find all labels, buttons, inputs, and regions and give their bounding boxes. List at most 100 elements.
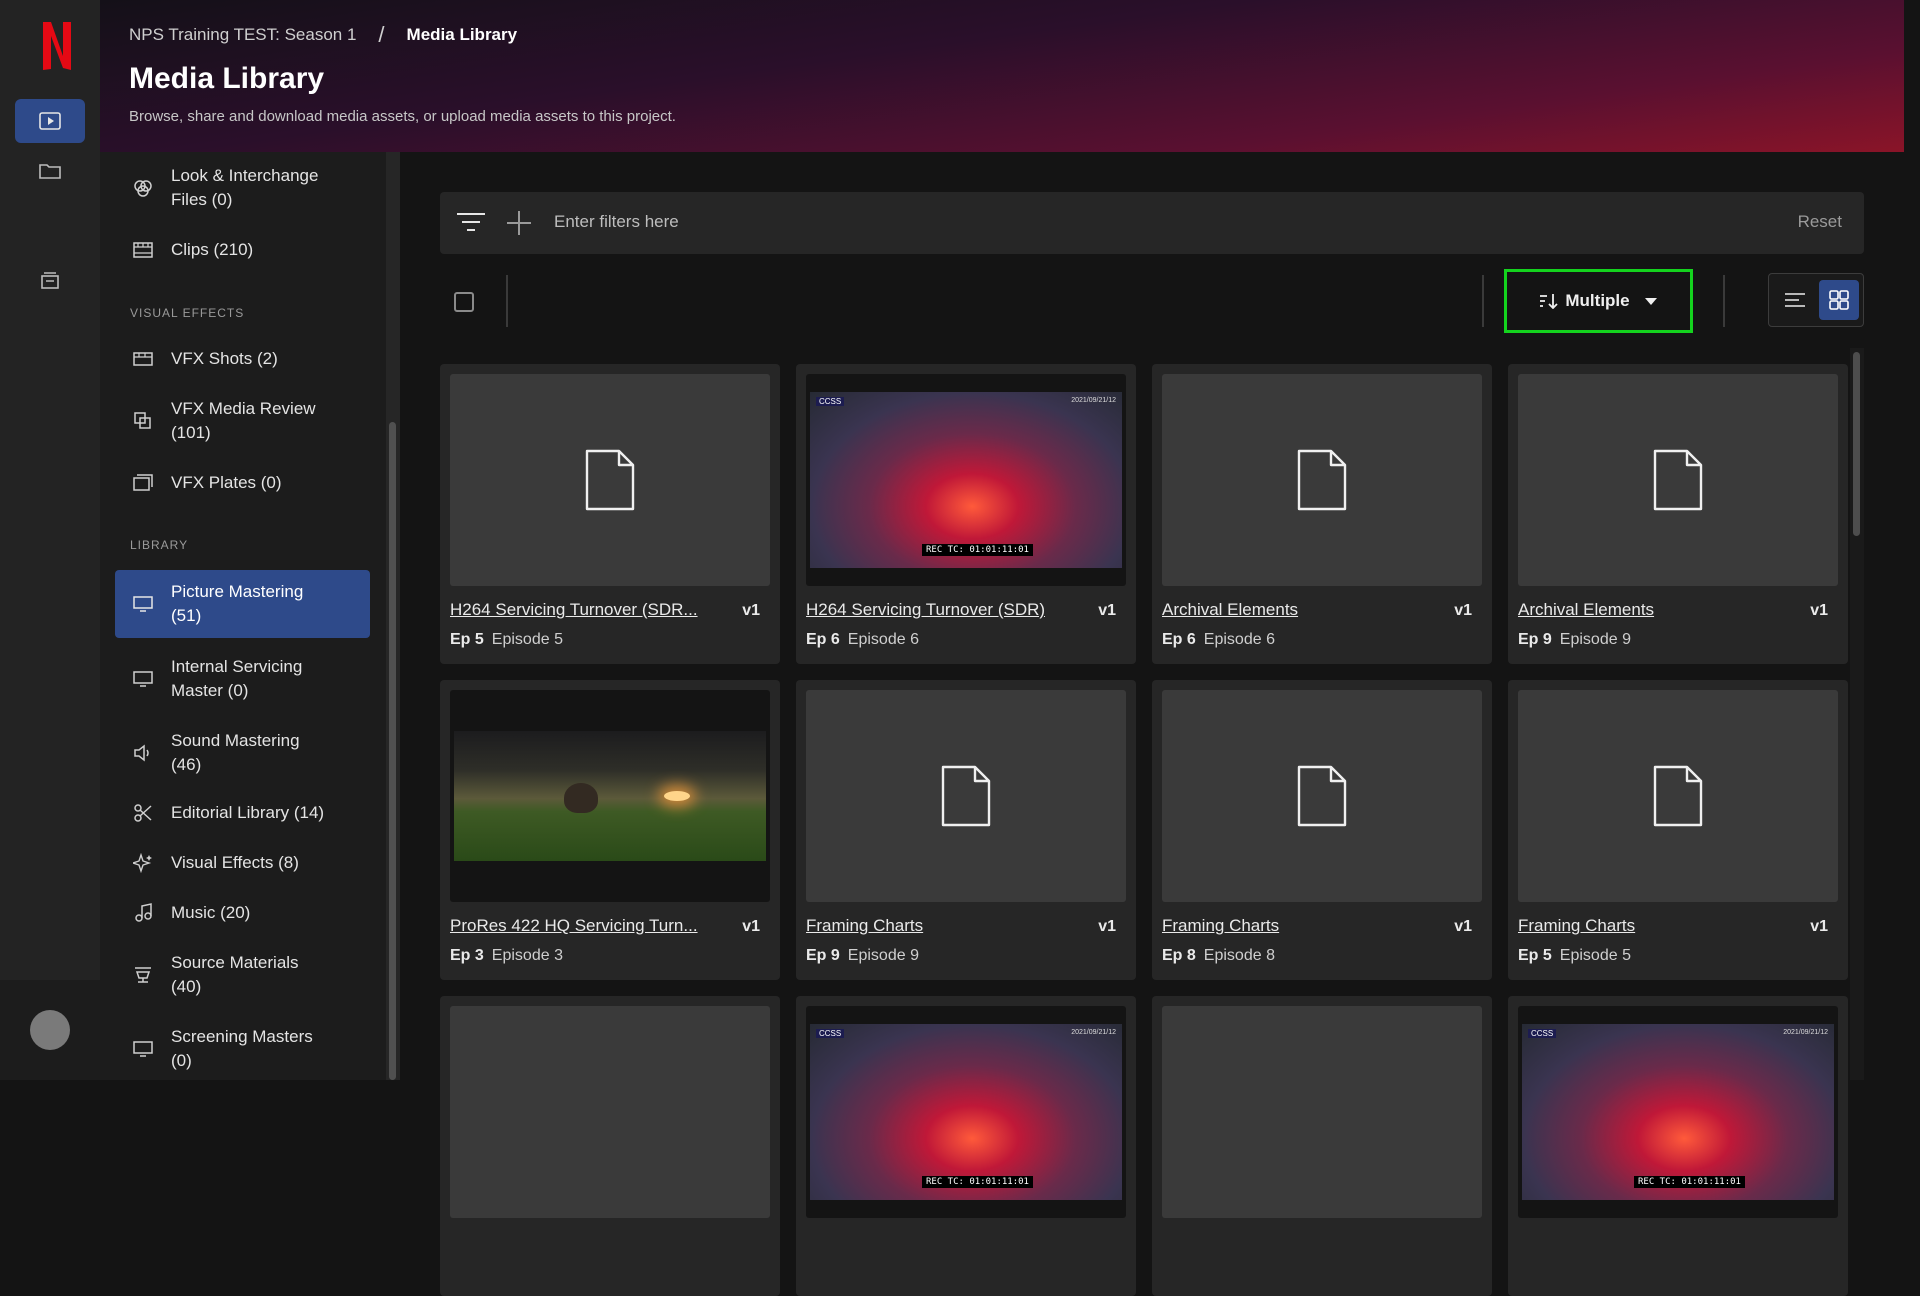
vfx-plates-icon — [133, 474, 153, 491]
card-title[interactable]: Framing Charts — [1162, 916, 1432, 936]
media-card[interactable]: Archival Elements v1 Ep 9 Episode 9 — [1508, 364, 1848, 664]
card-version: v1 — [1454, 602, 1472, 619]
breadcrumb-project[interactable]: NPS Training TEST: Season 1 — [129, 25, 356, 45]
card-title[interactable]: H264 Servicing Turnover (SDR) — [806, 600, 1076, 620]
card-thumbnail[interactable] — [1518, 690, 1838, 902]
card-thumbnail[interactable] — [1162, 690, 1482, 902]
media-nav-button[interactable] — [15, 99, 85, 143]
sort-dropdown[interactable]: Multiple — [1504, 269, 1693, 333]
avatar[interactable] — [30, 1010, 70, 1050]
sidebar-item-clips[interactable]: Clips (210) — [115, 238, 370, 262]
card-episode-name: Episode 5 — [491, 631, 563, 648]
media-card[interactable]: Framing Charts v1 Ep 8 Episode 8 — [1152, 680, 1492, 980]
sidebar-item-editorial-library[interactable]: Editorial Library (14) — [115, 801, 370, 825]
sidebar-item-screening-masters[interactable]: Screening Masters (0) — [115, 1025, 370, 1073]
list-icon — [1785, 293, 1805, 307]
sidebar-item-label: Picture Mastering (51) — [171, 582, 304, 625]
card-episode — [450, 1263, 458, 1281]
folder-icon — [39, 164, 61, 179]
toolbar-divider — [1723, 275, 1725, 327]
sidebar-item-look-interchange[interactable]: Look & Interchange Files (0) — [115, 164, 370, 212]
sidebar-item-source-materials[interactable]: Source Materials (40) — [115, 951, 370, 999]
card-version: v1 — [742, 918, 760, 935]
card-title[interactable]: Framing Charts — [1518, 916, 1788, 936]
card-episode-name: Episode 9 — [847, 947, 919, 964]
file-icon — [1297, 449, 1347, 511]
sidebar-item-label: Clips (210) — [171, 240, 254, 259]
select-all-checkbox[interactable] — [454, 292, 474, 312]
thumb-timecode: REC TC: 01:01:11:01 — [922, 1176, 1033, 1188]
add-filter-icon[interactable] — [506, 210, 532, 236]
card-episode: Ep 5 Episode 5 — [450, 631, 563, 649]
sidebar-item-vfx-media-review[interactable]: VFX Media Review (101) — [115, 397, 370, 445]
monitor-icon — [133, 671, 153, 687]
media-card[interactable]: H264 Servicing Turnover (SDR... v1 Ep 5 Epi… — [440, 364, 780, 664]
sidebar-item-internal-servicing-master[interactable]: Internal Servicing Master (0) — [115, 655, 370, 703]
vfx-review-icon — [134, 412, 151, 429]
filter-icon[interactable] — [456, 210, 486, 234]
card-title[interactable]: Archival Elements — [1162, 600, 1432, 620]
media-card[interactable]: CCSS 2021/09/21/12 REC TC: 01:01:11:01 H264… — [796, 364, 1136, 664]
card-thumbnail[interactable] — [1518, 374, 1838, 586]
card-episode-code: Ep 5 — [1518, 947, 1552, 964]
archive-nav-button[interactable] — [15, 258, 85, 302]
media-card[interactable]: Archival Elements v1 Ep 6 Episode 6 — [1152, 364, 1492, 664]
card-thumbnail[interactable] — [450, 374, 770, 586]
sidebar-item-label: VFX Plates (0) — [171, 473, 282, 492]
toolbar-divider — [506, 275, 508, 327]
media-card[interactable]: ProRes 422 HQ Servicing Turn... v1 Ep 3 Epi… — [440, 680, 780, 980]
thumbnail-image — [454, 731, 766, 861]
filter-input[interactable]: Enter filters here — [554, 212, 679, 232]
view-toggle — [1768, 273, 1864, 327]
card-episode-name: Episode 3 — [491, 947, 563, 964]
card-thumbnail[interactable]: CCSS 2021/09/21/12 REC TC: 01:01:11:01 — [1518, 1006, 1838, 1218]
thumb-overlay-date: 2021/09/21/12 — [1783, 1029, 1828, 1036]
folder-nav-button[interactable] — [15, 149, 85, 193]
card-episode-code: Ep 8 — [1162, 947, 1196, 964]
card-thumbnail[interactable] — [1162, 1006, 1482, 1218]
grid-view-button[interactable] — [1819, 280, 1859, 320]
reset-filters-button[interactable]: Reset — [1798, 212, 1842, 232]
card-episode-code: Ep 9 — [1518, 631, 1552, 648]
card-episode-code: Ep 9 — [806, 947, 840, 964]
card-episode: Ep 6 Episode 6 — [806, 631, 919, 649]
card-thumbnail[interactable] — [450, 690, 770, 902]
card-thumbnail[interactable]: CCSS 2021/09/21/12 REC TC: 01:01:11:01 — [806, 1006, 1126, 1218]
sidebar-scrollbar-thumb[interactable] — [389, 422, 396, 1080]
sidebar-item-sound-mastering[interactable]: Sound Mastering (46) — [115, 729, 370, 777]
sparkle-icon — [133, 853, 152, 873]
music-icon — [135, 903, 152, 922]
list-view-button[interactable] — [1775, 280, 1815, 320]
sidebar-item-visual-effects[interactable]: Visual Effects (8) — [115, 851, 370, 875]
card-title[interactable]: Archival Elements — [1518, 600, 1788, 620]
card-thumbnail[interactable] — [806, 690, 1126, 902]
sidebar-item-picture-mastering[interactable]: Picture Mastering (51) — [115, 570, 370, 638]
sidebar-item-vfx-shots[interactable]: VFX Shots (2) — [115, 347, 370, 371]
sidebar-item-vfx-plates[interactable]: VFX Plates (0) — [115, 471, 370, 495]
media-card[interactable]: Framing Charts v1 Ep 5 Episode 5 — [1508, 680, 1848, 980]
media-card[interactable] — [440, 996, 780, 1296]
sidebar-item-label: Editorial Library (14) — [171, 803, 325, 822]
sidebar-item-label: Sound Mastering (46) — [171, 731, 300, 774]
card-episode — [1162, 1263, 1170, 1281]
card-title[interactable]: H264 Servicing Turnover (SDR... — [450, 600, 720, 620]
breadcrumb-separator: / — [378, 22, 385, 47]
media-card[interactable]: CCSS 2021/09/21/12 REC TC: 01:01:11:01 — [796, 996, 1136, 1296]
filter-bar: Enter filters here Reset — [440, 192, 1864, 254]
media-card[interactable]: Framing Charts v1 Ep 9 Episode 9 — [796, 680, 1136, 980]
sidebar-item-label: Source Materials (40) — [171, 953, 299, 996]
speaker-icon — [134, 744, 149, 762]
media-card[interactable]: CCSS 2021/09/21/12 REC TC: 01:01:11:01 — [1508, 996, 1848, 1296]
vfx-shots-icon — [133, 352, 153, 366]
card-episode — [806, 1263, 814, 1281]
card-thumbnail[interactable] — [1162, 374, 1482, 586]
card-thumbnail[interactable] — [450, 1006, 770, 1218]
sidebar-item-music[interactable]: Music (20) — [115, 901, 370, 925]
media-card[interactable] — [1152, 996, 1492, 1296]
card-title[interactable]: ProRes 422 HQ Servicing Turn... — [450, 916, 720, 936]
netflix-logo[interactable] — [40, 20, 74, 72]
card-episode: Ep 9 Episode 9 — [806, 947, 919, 965]
grid-scrollbar-thumb[interactable] — [1853, 352, 1860, 536]
card-thumbnail[interactable]: CCSS 2021/09/21/12 REC TC: 01:01:11:01 — [806, 374, 1126, 586]
card-title[interactable]: Framing Charts — [806, 916, 1076, 936]
